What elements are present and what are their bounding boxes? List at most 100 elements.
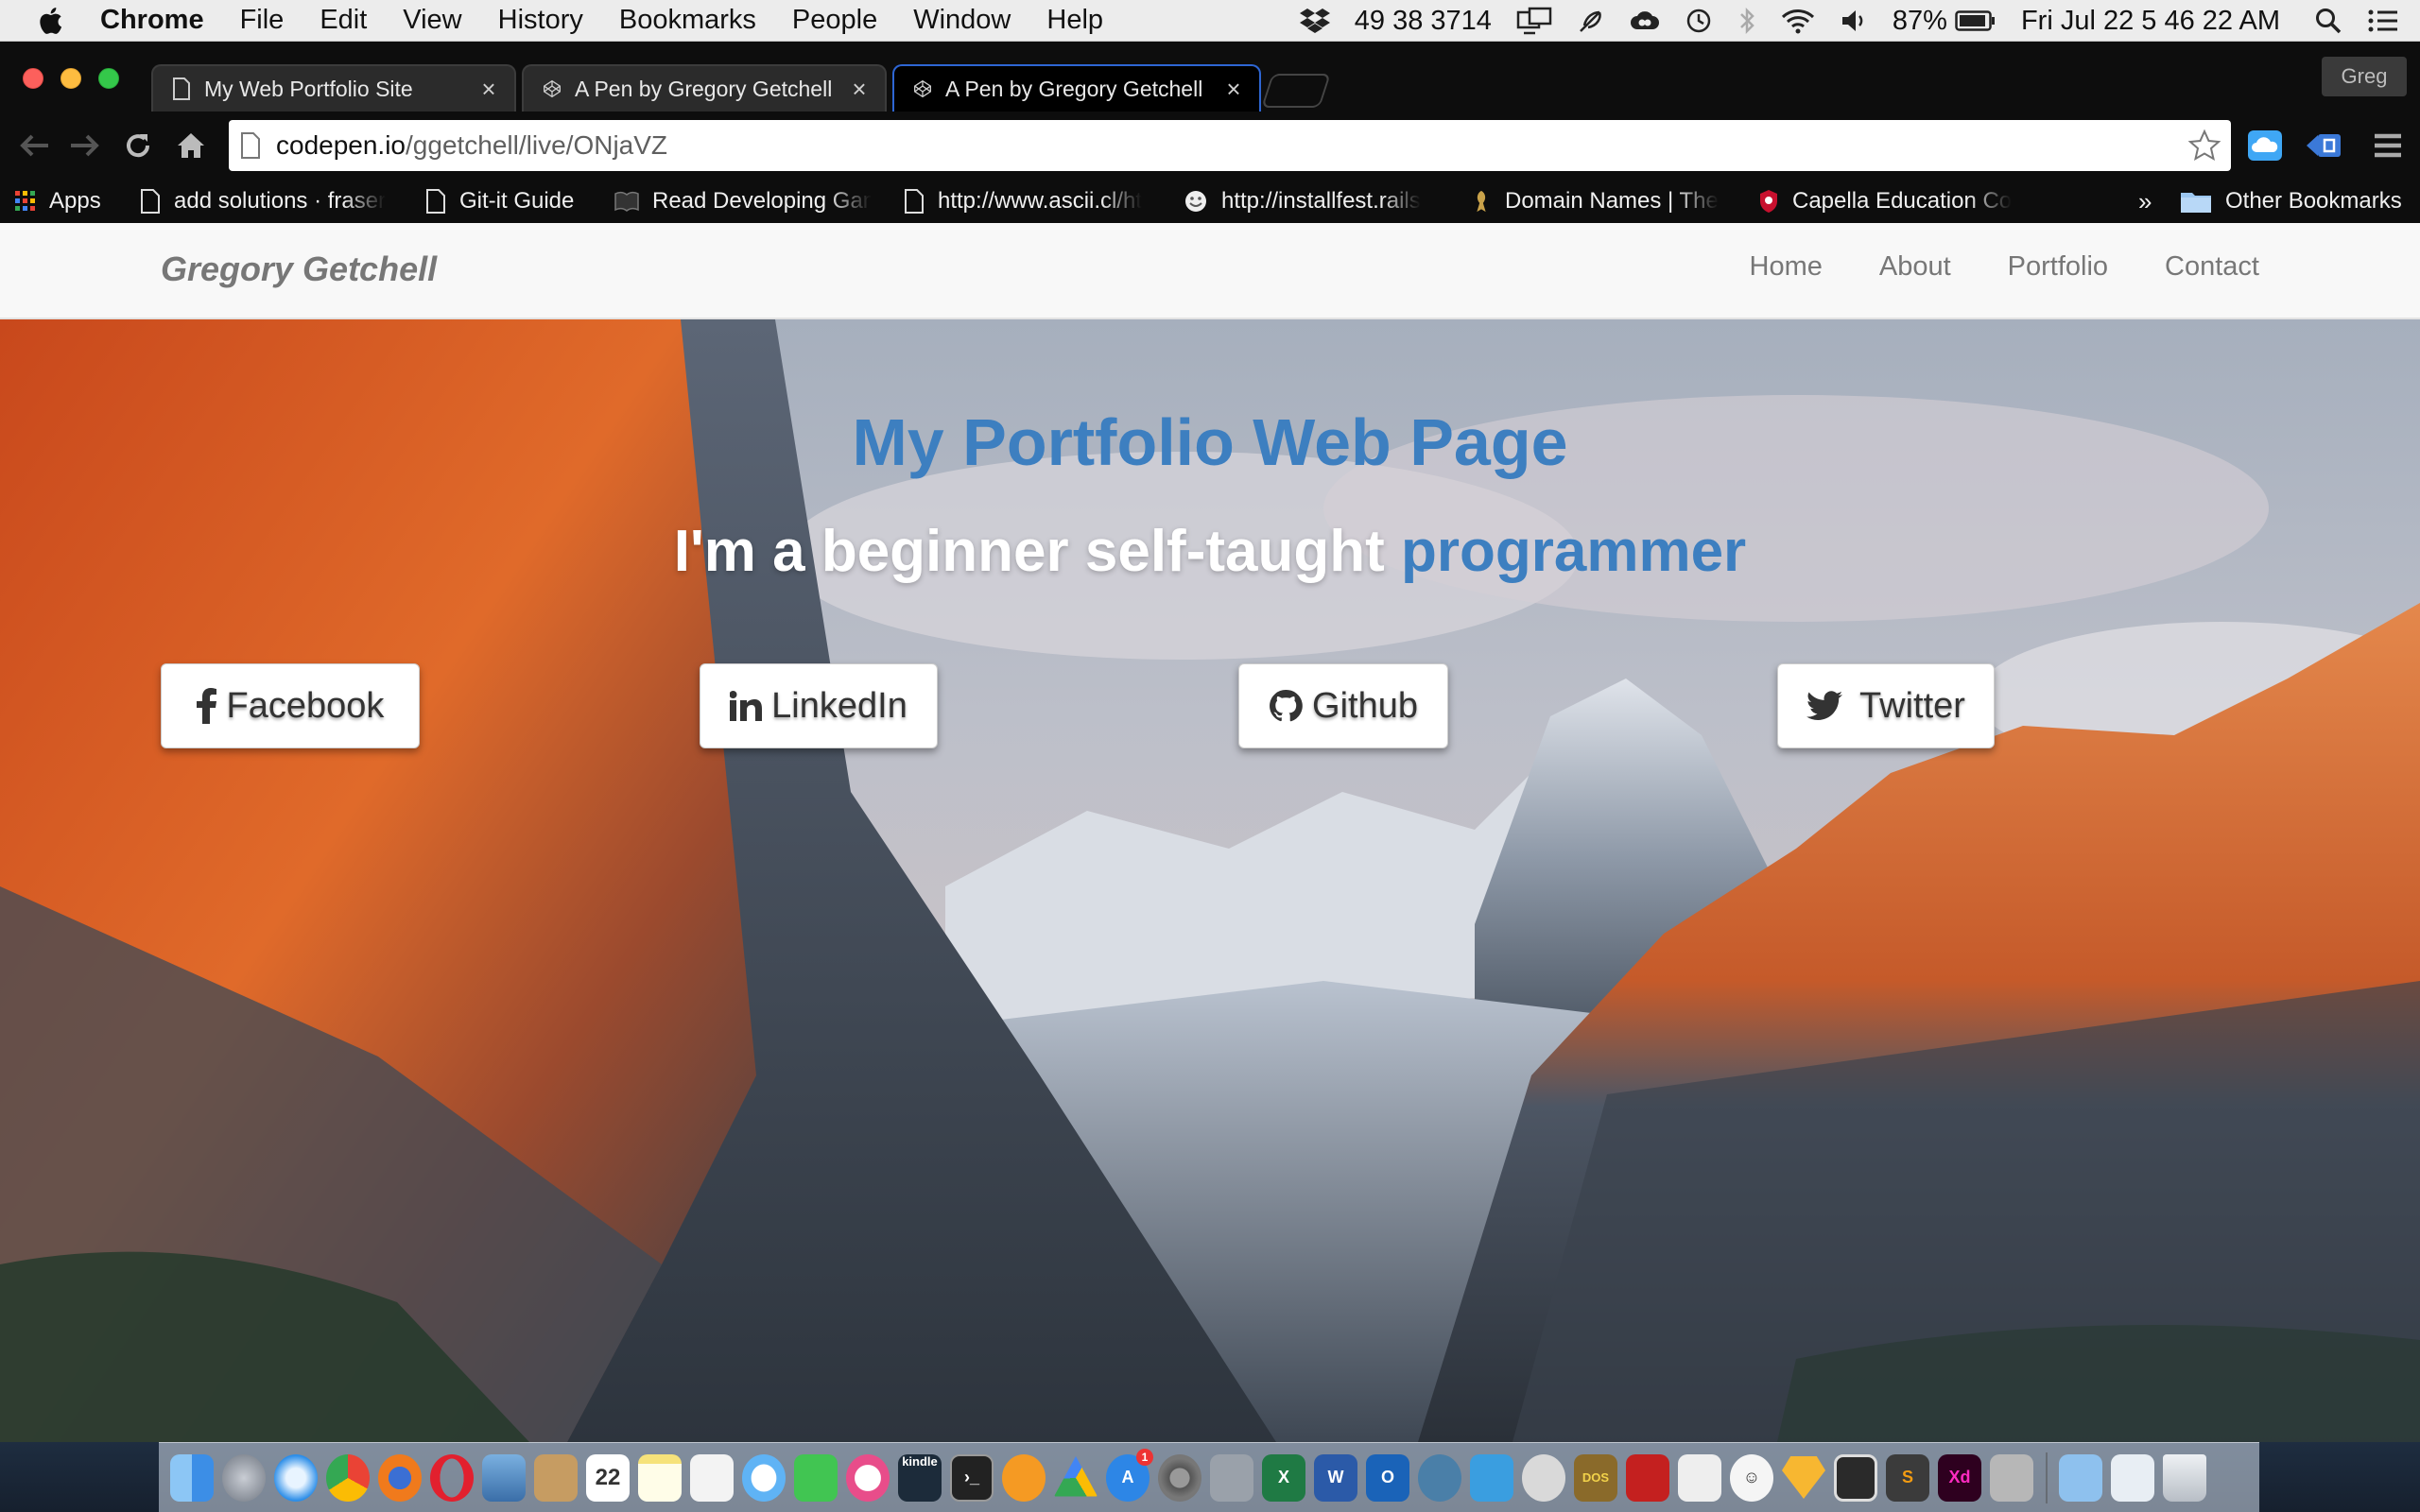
forward-button[interactable] xyxy=(66,127,104,164)
sketch-icon[interactable] xyxy=(1782,1456,1825,1499)
sublime-text-icon[interactable]: S xyxy=(1886,1453,1929,1502)
menu-bookmarks[interactable]: Bookmarks xyxy=(619,5,756,36)
display-icon[interactable] xyxy=(1516,7,1552,35)
reload-button[interactable] xyxy=(119,127,157,164)
contacts-icon[interactable] xyxy=(534,1453,578,1502)
menu-people[interactable]: People xyxy=(792,5,877,36)
volume-icon[interactable] xyxy=(1840,8,1868,34)
linkedin-button[interactable]: LinkedIn xyxy=(700,663,938,748)
close-tab-icon[interactable]: × xyxy=(1223,75,1244,104)
keychain-icon[interactable] xyxy=(1990,1453,2033,1502)
terminal-icon[interactable]: ›_ xyxy=(950,1453,994,1502)
finder-icon[interactable] xyxy=(170,1453,214,1502)
spotlight-search-icon[interactable] xyxy=(2314,7,2342,35)
kindle-icon[interactable]: kindle xyxy=(898,1453,942,1502)
firefox-icon[interactable] xyxy=(378,1453,422,1502)
screen-sharing-icon[interactable] xyxy=(1470,1453,1513,1502)
dosbox-icon[interactable]: DOS xyxy=(1574,1453,1617,1502)
nav-link-contact[interactable]: Contact xyxy=(2165,251,2259,283)
menu-edit[interactable]: Edit xyxy=(320,5,367,36)
home-button[interactable] xyxy=(172,127,210,164)
address-bar[interactable]: codepen.io/ggetchell/live/ONjaVZ xyxy=(229,120,2231,171)
ibooks-icon[interactable] xyxy=(1002,1453,1046,1502)
messages-icon[interactable] xyxy=(742,1453,786,1502)
tab-pen-2-active[interactable]: A Pen by Gregory Getchell × xyxy=(892,64,1261,112)
notification-center-icon[interactable] xyxy=(2367,8,2399,34)
system-preferences-icon[interactable] xyxy=(1158,1453,1201,1502)
zoom-window-button[interactable] xyxy=(98,68,119,89)
nav-link-portfolio[interactable]: Portfolio xyxy=(2008,251,2108,283)
word-icon[interactable]: W xyxy=(1314,1453,1357,1502)
bookmark-capella[interactable]: Capella Education Co xyxy=(1758,180,2023,223)
smiley-app-icon[interactable]: ☺ xyxy=(1730,1453,1773,1502)
battery-percent[interactable]: 87% xyxy=(1893,6,1947,37)
menu-file[interactable]: File xyxy=(240,5,285,36)
acrobat-icon[interactable] xyxy=(1626,1453,1669,1502)
dropbox-icon[interactable] xyxy=(1299,8,1330,34)
tab-my-web-portfolio[interactable]: My Web Portfolio Site × xyxy=(151,64,516,112)
close-tab-icon[interactable]: × xyxy=(849,75,870,104)
twitter-button[interactable]: Twitter xyxy=(1777,663,1995,748)
apple-icon[interactable] xyxy=(38,7,62,35)
facebook-button[interactable]: Facebook xyxy=(161,663,420,748)
menu-help[interactable]: Help xyxy=(1046,5,1103,36)
bookmark-installfest[interactable]: http://installfest.rails xyxy=(1184,180,1441,223)
minimize-window-button[interactable] xyxy=(60,68,81,89)
menu-view[interactable]: View xyxy=(403,5,461,36)
bookmark-developing-games[interactable]: Read Developing Gam xyxy=(614,180,872,223)
bookmark-add-solutions[interactable]: add solutions · fraser xyxy=(140,180,395,223)
bookmark-extension-button[interactable] xyxy=(2305,128,2342,163)
utilities-icon[interactable] xyxy=(1210,1453,1253,1502)
bookmark-domain-names[interactable]: Domain Names | The xyxy=(1471,180,1726,223)
menu-window[interactable]: Window xyxy=(913,5,1011,36)
menu-history[interactable]: History xyxy=(498,5,583,36)
battery-icon[interactable] xyxy=(1955,9,1996,32)
documents-stack-icon[interactable] xyxy=(2111,1453,2154,1502)
network-icon[interactable] xyxy=(1418,1453,1461,1502)
new-tab-button[interactable] xyxy=(1261,74,1331,108)
network-stats[interactable]: 49 38 3714 xyxy=(1355,6,1492,37)
launchpad-icon[interactable] xyxy=(222,1453,266,1502)
github-button[interactable]: Github xyxy=(1238,663,1448,748)
cloud-extension-button[interactable] xyxy=(2246,128,2284,163)
safari-icon[interactable] xyxy=(274,1453,318,1502)
chrome-menu-button[interactable] xyxy=(2369,128,2407,163)
wifi-icon[interactable] xyxy=(1781,8,1815,34)
site-brand[interactable]: Gregory Getchell xyxy=(161,249,437,289)
creative-cloud-icon[interactable] xyxy=(1630,9,1660,33)
back-button[interactable] xyxy=(15,127,53,164)
editor-icon[interactable] xyxy=(1834,1453,1877,1502)
time-machine-icon[interactable] xyxy=(1685,7,1713,35)
calendar-icon[interactable]: 22 xyxy=(586,1453,630,1502)
close-window-button[interactable] xyxy=(23,68,43,89)
close-tab-icon[interactable]: × xyxy=(478,75,499,104)
bookmark-star-icon[interactable] xyxy=(2187,129,2221,163)
feather-icon[interactable] xyxy=(1577,7,1605,35)
preview-icon[interactable] xyxy=(482,1453,526,1502)
profile-button[interactable]: Greg xyxy=(2322,57,2407,96)
menu-app-name[interactable]: Chrome xyxy=(100,5,204,36)
google-drive-icon[interactable] xyxy=(1054,1456,1098,1497)
facetime-icon[interactable] xyxy=(794,1453,838,1502)
opera-icon[interactable] xyxy=(430,1453,474,1502)
notes-icon[interactable] xyxy=(638,1453,682,1502)
textedit-icon[interactable] xyxy=(1678,1453,1721,1502)
app-store-icon[interactable]: A1 xyxy=(1106,1448,1153,1502)
tab-pen-1[interactable]: A Pen by Gregory Getchell × xyxy=(522,64,887,112)
page-info-icon[interactable] xyxy=(240,132,261,159)
bluetooth-icon[interactable] xyxy=(1737,7,1756,35)
bookmark-apps[interactable]: Apps xyxy=(15,180,119,223)
nav-link-about[interactable]: About xyxy=(1879,251,1951,283)
chrome-icon[interactable] xyxy=(326,1453,370,1502)
outlook-icon[interactable]: O xyxy=(1366,1453,1409,1502)
adobe-xd-icon[interactable]: Xd xyxy=(1938,1453,1981,1502)
bookmark-ascii[interactable]: http://www.ascii.cl/ht xyxy=(904,180,1155,223)
other-bookmarks-folder[interactable]: Other Bookmarks xyxy=(2180,180,2411,223)
nav-link-home[interactable]: Home xyxy=(1750,251,1823,283)
clock[interactable]: Fri Jul 22 5 46 22 AM xyxy=(2021,6,2280,37)
bookmarks-overflow-chevron[interactable]: » xyxy=(2138,180,2161,223)
game-icon[interactable] xyxy=(1522,1453,1565,1502)
trash-icon[interactable] xyxy=(2163,1453,2206,1502)
downloads-folder-icon[interactable] xyxy=(2059,1453,2102,1502)
photos-icon[interactable] xyxy=(690,1453,734,1502)
